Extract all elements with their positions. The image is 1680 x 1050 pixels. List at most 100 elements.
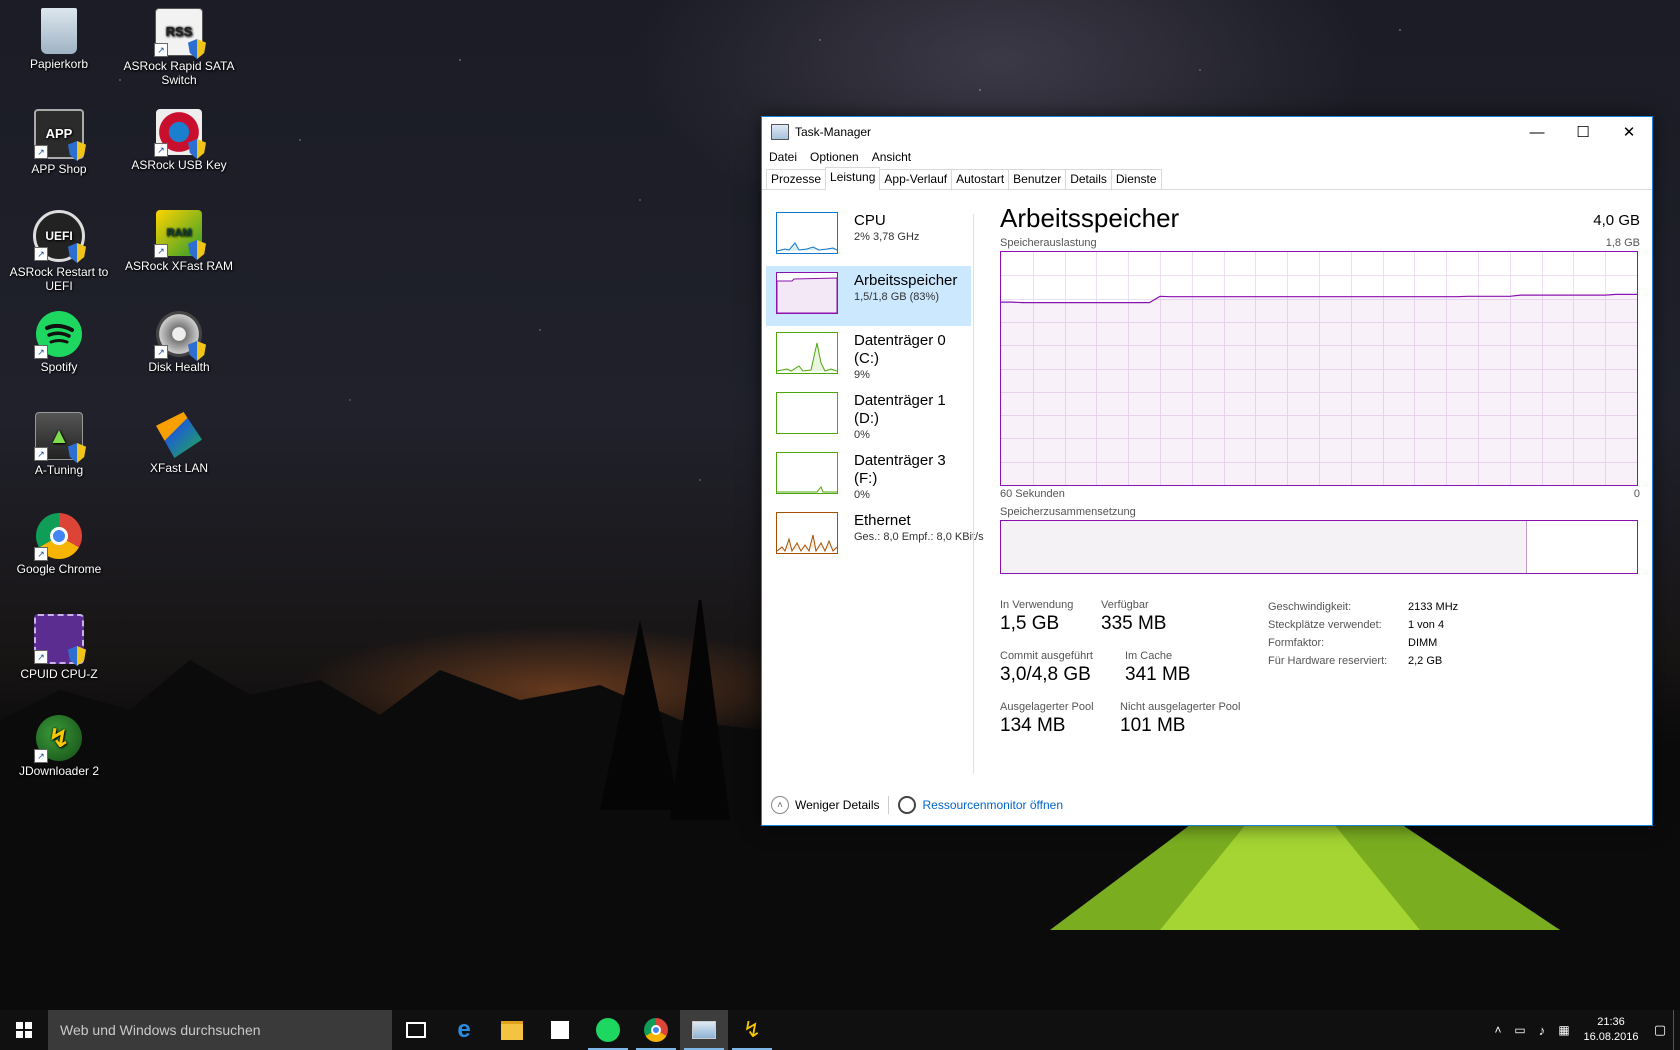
taskbar-file-explorer[interactable]	[488, 1010, 536, 1050]
window-title: Task-Manager	[795, 125, 872, 139]
uac-shield-icon	[68, 443, 86, 463]
taskbar-edge[interactable]: e	[440, 1010, 488, 1050]
memory-detail-panel: Arbeitsspeicher 4,0 GB Speicherauslastun…	[1000, 201, 1640, 758]
start-button[interactable]	[0, 1010, 48, 1050]
uac-shield-icon	[68, 646, 86, 666]
disk-0-mini-graph	[776, 332, 838, 374]
app-shop-icon: APP ↗	[34, 109, 86, 161]
disk-1-mini-graph	[776, 392, 838, 434]
store-icon	[551, 1021, 569, 1039]
sidebar-item-ethernet[interactable]: Ethernet Ges.: 8,0 Empf.: 8,0 KBit/s	[766, 506, 984, 566]
uac-shield-icon	[68, 141, 86, 161]
clock-time: 21:36	[1597, 1016, 1625, 1028]
desktop-icon-a-tuning[interactable]: ▲ ↗ A-Tuning	[3, 404, 115, 477]
a-tuning-icon: ▲ ↗	[34, 412, 86, 463]
task-view-button[interactable]	[392, 1010, 440, 1050]
taskbar-chrome[interactable]	[632, 1010, 680, 1050]
taskbar-search-box[interactable]: Web und Windows durchsuchen	[48, 1010, 392, 1050]
graph-time-left: 60 Sekunden	[1000, 488, 1065, 500]
task-view-icon	[406, 1022, 426, 1038]
stat-committed: Commit ausgeführt 3,0/4,8 GB	[1000, 650, 1093, 685]
xfast-ram-icon: RAM ↗	[154, 210, 206, 260]
tab-prozesse[interactable]: Prozesse	[766, 169, 827, 189]
desktop-icon-recycle-bin[interactable]: Papierkorb	[3, 0, 115, 71]
sidebar-item-disk-3[interactable]: Datenträger 3 (F:) 0%	[766, 446, 971, 506]
panel-title: Arbeitsspeicher	[1000, 203, 1180, 233]
close-button[interactable]: ✕	[1606, 117, 1652, 147]
memory-properties: Geschwindigkeit: 2133 MHz Steckplätze ver…	[1268, 598, 1458, 670]
fewer-details-link[interactable]: Weniger Details	[795, 798, 879, 812]
memory-usage-chart	[1001, 252, 1637, 485]
tab-dienste[interactable]: Dienste	[1110, 169, 1162, 189]
maximize-button[interactable]: ☐	[1560, 117, 1606, 147]
memory-composition-bar	[1000, 520, 1638, 574]
desktop-icon-cpu-z[interactable]: ↗ CPUID CPU-Z	[3, 606, 115, 681]
shortcut-arrow-icon: ↗	[154, 143, 168, 157]
resource-monitor-link[interactable]: Ressourcenmonitor öffnen	[922, 798, 1063, 812]
task-manager-taskbar-icon	[692, 1021, 716, 1039]
shortcut-arrow-icon: ↗	[34, 345, 48, 359]
stat-available: Verfügbar 335 MB	[1101, 599, 1167, 634]
disk-health-icon: ↗	[154, 311, 206, 361]
usage-graph-max: 1,8 GB	[1605, 237, 1640, 249]
tab-leistung[interactable]: Leistung	[825, 167, 881, 190]
xfast-lan-icon	[156, 412, 202, 458]
system-tray: ˄ ▭ ♪ ▦ 21:36 16.08.2016 ▢	[1487, 1010, 1680, 1050]
show-desktop-button[interactable]	[1673, 1010, 1680, 1050]
desktop-icon-xfast-ram[interactable]: RAM ↗ ASRock XFast RAM	[123, 202, 235, 273]
minimize-button[interactable]: —	[1514, 117, 1560, 147]
usage-graph-label: Speicherauslastung	[1000, 237, 1097, 249]
prop-form-factor: Formfaktor: DIMM	[1268, 637, 1438, 649]
graph-time-right: 0	[1633, 488, 1640, 500]
uac-shield-icon	[188, 139, 206, 159]
task-manager-window: Task-Manager — ☐ ✕ Datei Optionen Ansich…	[761, 116, 1653, 826]
tab-details[interactable]: Details	[1065, 169, 1112, 189]
jdownloader-icon: ↯ ↗	[34, 715, 82, 763]
notifications-icon[interactable]: ▢	[1647, 1022, 1673, 1038]
menu-datei[interactable]: Datei	[769, 150, 797, 164]
taskbar: Web und Windows durchsuchen e ↯ ˄ ▭ ♪ ▦ …	[0, 1010, 1680, 1050]
sidebar-item-disk-0[interactable]: Datenträger 0 (C:) 9%	[766, 326, 971, 386]
volume-icon[interactable]: ♪	[1531, 1023, 1553, 1038]
taskbar-clock[interactable]: 21:36 16.08.2016	[1575, 1015, 1647, 1045]
taskbar-store[interactable]	[536, 1010, 584, 1050]
stat-cached: Im Cache 341 MB	[1125, 650, 1191, 685]
taskbar-spotify[interactable]	[584, 1010, 632, 1050]
desktop-icon-xfast-lan[interactable]: XFast LAN	[123, 404, 235, 475]
spotify-icon: ↗	[34, 311, 82, 359]
sidebar-item-disk-1[interactable]: Datenträger 1 (D:) 0%	[766, 386, 971, 446]
desktop-icon-app-shop[interactable]: APP ↗ APP Shop	[3, 101, 115, 176]
desktop-icon-google-chrome[interactable]: ↗ Google Chrome	[3, 505, 115, 576]
tray-chevron-up-icon[interactable]: ˄	[1487, 1023, 1509, 1037]
tab-benutzer[interactable]: Benutzer	[1008, 169, 1067, 189]
clock-date: 16.08.2016	[1583, 1031, 1639, 1043]
stat-nonpaged-pool: Nicht ausgelagerter Pool 101 MB	[1120, 701, 1241, 736]
desktop-icon-usb-key[interactable]: ↗ ASRock USB Key	[123, 101, 235, 172]
resource-monitor-icon	[898, 796, 917, 814]
sidebar-item-cpu[interactable]: CPU 2% 3,78 GHz	[766, 206, 971, 266]
title-bar[interactable]: Task-Manager — ☐ ✕	[762, 117, 1652, 147]
keyboard-icon[interactable]: ▦	[1553, 1023, 1575, 1037]
desktop-icon-jdownloader[interactable]: ↯ ↗ JDownloader 2	[3, 707, 115, 778]
menu-bar: Datei Optionen Ansicht	[762, 147, 1652, 167]
shortcut-arrow-icon: ↗	[34, 650, 48, 664]
desktop-icon-rapid-sata[interactable]: RSS ↗ ASRock Rapid SATA Switch	[123, 0, 235, 87]
composition-modified	[1522, 521, 1528, 573]
tab-app-verlauf[interactable]: App-Verlauf	[879, 169, 953, 189]
tab-autostart[interactable]: Autostart	[951, 169, 1010, 189]
jdownloader-taskbar-icon: ↯	[742, 1017, 762, 1042]
desktop-icon-disk-health[interactable]: ↗ Disk Health	[123, 303, 235, 374]
desktop-icon-spotify[interactable]: ↗ Spotify	[3, 303, 115, 374]
uac-shield-icon	[68, 243, 86, 263]
menu-ansicht[interactable]: Ansicht	[872, 150, 911, 164]
sidebar-item-memory[interactable]: Arbeitsspeicher 1,5/1,8 GB (83%)	[766, 266, 971, 326]
taskbar-jdownloader[interactable]: ↯	[728, 1010, 776, 1050]
network-icon[interactable]: ▭	[1509, 1023, 1531, 1037]
chevron-up-icon[interactable]: ˄	[771, 796, 789, 814]
menu-optionen[interactable]: Optionen	[810, 150, 859, 164]
desktop-icon-restart-uefi[interactable]: UEFI ↗ ASRock Restart to UEFI	[3, 202, 115, 293]
taskbar-task-manager[interactable]	[680, 1010, 728, 1050]
folder-icon	[501, 1020, 523, 1040]
shortcut-arrow-icon: ↗	[154, 244, 168, 258]
footer-divider	[888, 796, 890, 814]
